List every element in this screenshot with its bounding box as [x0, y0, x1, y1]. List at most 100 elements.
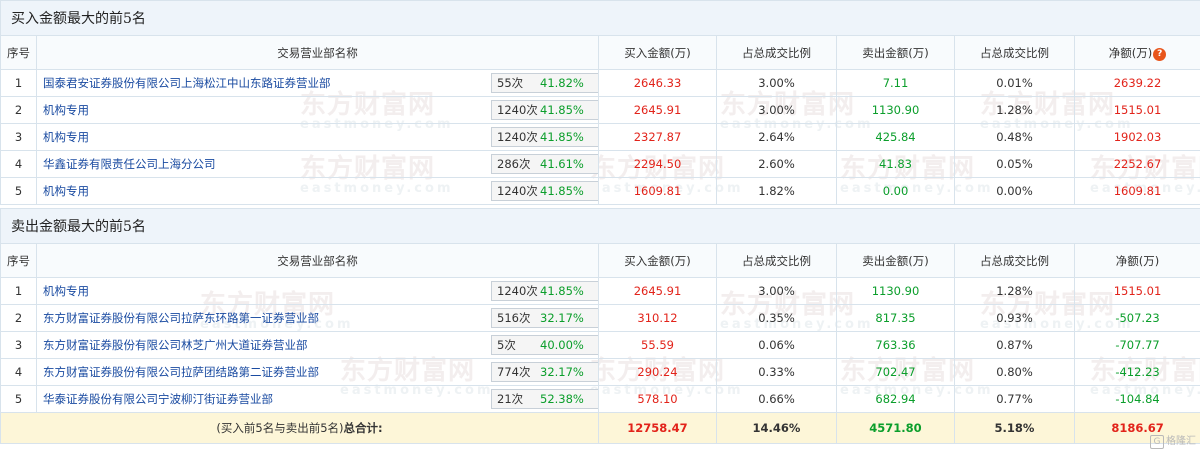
branch-name-link[interactable]: 机构专用	[43, 130, 89, 144]
buy-ratio: 0.33%	[716, 358, 837, 386]
branch-name-link[interactable]: 华泰证券股份有限公司宁波柳汀街证券营业部	[43, 392, 273, 406]
branch-stats-button[interactable]: 774次 32.17%	[491, 362, 598, 382]
row-index: 4	[0, 358, 37, 386]
buy-amount: 310.12	[598, 304, 717, 332]
table-row: 5 机构专用 1240次 41.85% 1609.81 1.82% 0.00 0.00% 160…	[0, 177, 1200, 205]
row-index: 4	[0, 150, 37, 178]
col-header-branch: 交易营业部名称	[36, 243, 599, 278]
trade-count: 5次	[497, 338, 516, 352]
col-header-buy-ratio: 占总成交比例	[716, 243, 837, 278]
table-row: 4 华鑫证券有限责任公司上海分公司 286次 41.61% 2294.50 2.60% 41…	[0, 150, 1200, 178]
sell-ratio: 0.48%	[954, 123, 1075, 151]
buy-amount: 2327.87	[598, 123, 717, 151]
branch-name-link[interactable]: 东方财富证券股份有限公司拉萨东环路第一证券营业部	[43, 311, 319, 325]
branch-name-link[interactable]: 东方财富证券股份有限公司拉萨团结路第二证券营业部	[43, 365, 319, 379]
sell-amount: 702.47	[836, 358, 955, 386]
sell-top5-table: 卖出金额最大的前5名 序号 交易营业部名称 买入金额(万) 占总成交比例 卖出金…	[0, 208, 1200, 444]
col-header-sell-ratio: 占总成交比例	[954, 243, 1075, 278]
net-amount: 1902.03	[1073, 123, 1200, 151]
total-row: (买入前5名与卖出前5名)总合计: 12758.47 14.46% 4571.8…	[0, 412, 1200, 444]
net-amount: 1515.01	[1073, 96, 1200, 124]
row-index: 3	[0, 331, 37, 359]
branch-name-link[interactable]: 华鑫证券有限责任公司上海分公司	[43, 157, 216, 171]
success-rate: 41.82%	[540, 76, 584, 90]
net-amount: 2252.67	[1073, 150, 1200, 178]
success-rate: 32.17%	[540, 311, 584, 325]
table-row: 5 华泰证券股份有限公司宁波柳汀街证券营业部 21次 52.38% 578.10 0.66…	[0, 385, 1200, 413]
table-row: 3 机构专用 1240次 41.85% 2327.87 2.64% 425.84 0.48% 1…	[0, 123, 1200, 151]
row-index: 5	[0, 177, 37, 205]
buy-ratio: 0.66%	[716, 385, 837, 413]
sell-amount: 763.36	[836, 331, 955, 359]
branch-name-link[interactable]: 国泰君安证券股份有限公司上海松江中山东路证券营业部	[43, 76, 331, 90]
row-index: 5	[0, 385, 37, 413]
trade-count: 1240次	[497, 184, 538, 198]
success-rate: 41.85%	[540, 130, 584, 144]
success-rate: 41.85%	[540, 103, 584, 117]
branch-stats-button[interactable]: 21次 52.38%	[491, 389, 598, 409]
branch-cell: 东方财富证券股份有限公司拉萨团结路第二证券营业部 774次 32.17%	[36, 358, 599, 386]
col-header-branch: 交易营业部名称	[36, 35, 599, 70]
table-row: 1 机构专用 1240次41.85%?2645.913.00%1130.901.28…	[0, 277, 1200, 305]
table-row: 2 机构专用 1240次 41.85% 2645.91 3.00% 1130.90 1.28%…	[0, 96, 1200, 124]
col-header-sell-amount: 卖出金额(万)	[836, 35, 955, 70]
total-buy-amount: 12758.47	[598, 412, 717, 444]
sell-ratio: 1.28%	[954, 277, 1075, 305]
branch-cell: 机构专用 1240次41.85%?	[36, 277, 599, 305]
net-amount: 2639.22	[1073, 69, 1200, 97]
success-rate: 52.38%	[540, 392, 584, 406]
branch-stats-button[interactable]: 55次 41.82%?	[491, 73, 599, 93]
buy-amount: 1609.81	[598, 177, 717, 205]
trade-count: 774次	[497, 365, 531, 379]
sell-ratio: 0.87%	[954, 331, 1075, 359]
success-rate: 41.85%	[540, 184, 584, 198]
branch-name-link[interactable]: 机构专用	[43, 284, 89, 298]
sell-amount: 425.84	[836, 123, 955, 151]
branch-stats-button[interactable]: 1240次 41.85%	[491, 127, 598, 147]
branch-cell: 东方财富证券股份有限公司拉萨东环路第一证券营业部 516次 32.17%	[36, 304, 599, 332]
sell-ratio: 0.93%	[954, 304, 1075, 332]
buy-amount: 578.10	[598, 385, 717, 413]
branch-name-link[interactable]: 东方财富证券股份有限公司林芝广州大道证券营业部	[43, 338, 308, 352]
total-sell-ratio: 5.18%	[954, 412, 1075, 444]
net-amount: -412.23	[1073, 358, 1200, 386]
branch-cell: 华泰证券股份有限公司宁波柳汀街证券营业部 21次 52.38%	[36, 385, 599, 413]
buy-ratio: 2.64%	[716, 123, 837, 151]
trade-count: 516次	[497, 311, 531, 325]
col-header-index: 序号	[0, 35, 37, 70]
branch-stats-button[interactable]: 1240次 41.85%	[491, 100, 598, 120]
branch-cell: 国泰君安证券股份有限公司上海松江中山东路证券营业部 55次 41.82%?	[36, 69, 599, 97]
branch-stats-button[interactable]: 5次 40.00%	[491, 335, 598, 355]
col-header-buy-ratio: 占总成交比例	[716, 35, 837, 70]
buy-ratio: 3.00%	[716, 69, 837, 97]
table-row: 2 东方财富证券股份有限公司拉萨东环路第一证券营业部 516次 32.17% 310.1…	[0, 304, 1200, 332]
col-header-sell-amount: 卖出金额(万)	[836, 243, 955, 278]
col-header-sell-ratio: 占总成交比例	[954, 35, 1075, 70]
trade-count: 55次	[497, 76, 524, 90]
row-index: 2	[0, 304, 37, 332]
row-index: 2	[0, 96, 37, 124]
success-rate: 32.17%	[540, 365, 584, 379]
branch-stats-button[interactable]: 1240次 41.85%	[491, 181, 598, 201]
branch-cell: 机构专用 1240次 41.85%	[36, 123, 599, 151]
branch-stats-button[interactable]: 1240次41.85%?	[491, 281, 599, 301]
table-row: 3 东方财富证券股份有限公司林芝广州大道证券营业部 5次 40.00% 55.59 0.0…	[0, 331, 1200, 359]
sell-ratio: 1.28%	[954, 96, 1075, 124]
buy-amount: 2645.91	[598, 277, 717, 305]
branch-stats-button[interactable]: 516次 32.17%	[491, 308, 598, 328]
total-sell-amount: 4571.80	[836, 412, 955, 444]
question-icon[interactable]: ?	[598, 76, 599, 90]
question-icon[interactable]: ?	[598, 284, 599, 298]
sell-ratio: 0.05%	[954, 150, 1075, 178]
sell-amount: 1130.90	[836, 96, 955, 124]
branch-name-link[interactable]: 机构专用	[43, 103, 89, 117]
buy-amount: 2645.91	[598, 96, 717, 124]
sell-amount: 7.11	[836, 69, 955, 97]
help-icon[interactable]: ?	[1153, 47, 1167, 61]
table-row: 1 国泰君安证券股份有限公司上海松江中山东路证券营业部 55次 41.82%?2646…	[0, 69, 1200, 97]
branch-cell: 机构专用 1240次 41.85%	[36, 177, 599, 205]
row-index: 1	[0, 277, 37, 305]
branch-stats-button[interactable]: 286次 41.61%	[491, 154, 598, 174]
branch-name-link[interactable]: 机构专用	[43, 184, 89, 198]
trade-count: 1240次	[497, 103, 538, 117]
